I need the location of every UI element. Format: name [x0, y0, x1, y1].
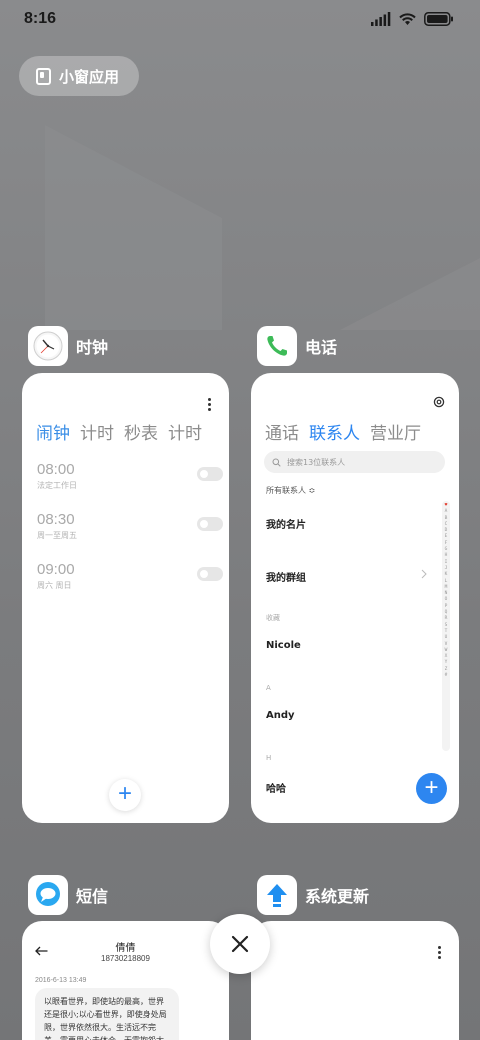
section-letter-a: A: [266, 684, 271, 692]
app-name-system-update: 系统更新: [305, 887, 370, 906]
clock-tabs: 闹钟 计时 秒表 计时: [36, 419, 202, 444]
close-icon: [231, 935, 249, 953]
conversation-contact-name: 倩倩: [115, 943, 136, 954]
messages-app-card[interactable]: 倩倩 18730218809 2016-6-13 13:49 以眼看世界，即使站…: [22, 921, 229, 1040]
alarm-toggle[interactable]: [197, 567, 223, 581]
contact-row[interactable]: Andy: [266, 710, 295, 721]
app-header-system-update[interactable]: 系统更新: [257, 875, 369, 915]
conversation-contact-number: 18730218809: [101, 954, 150, 963]
tab-stopwatch[interactable]: 秒表: [124, 419, 158, 444]
battery-icon: [424, 12, 453, 26]
app-name-clock: 时钟: [76, 338, 109, 357]
system-update-app-card[interactable]: [251, 921, 459, 1040]
phone-app-card[interactable]: 通话 联系人 营业厅 搜索13位联系人 所有联系人 ≎ 我的名片 我的群组 收藏…: [251, 373, 459, 823]
contact-row[interactable]: Nicole: [266, 640, 301, 651]
app-header-messages[interactable]: 短信: [28, 875, 108, 915]
app-name-messages: 短信: [76, 887, 109, 906]
message-icon: [28, 875, 68, 915]
contact-search-input[interactable]: 搜索13位联系人: [264, 451, 445, 473]
message-timestamp: 2016-6-13 13:49: [35, 977, 87, 984]
my-card-item[interactable]: 我的名片: [266, 516, 306, 531]
settings-icon[interactable]: [433, 396, 445, 408]
alarm-repeat: 法定工作日: [37, 481, 77, 490]
tab-timer[interactable]: 计时: [168, 419, 202, 444]
clock-icon: [28, 326, 68, 366]
alarm-time: 08:00: [37, 461, 75, 478]
app-name-phone: 电话: [305, 338, 338, 357]
floating-window-label: 小窗应用: [59, 67, 120, 86]
app-header-phone[interactable]: 电话: [257, 326, 337, 366]
alarm-toggle[interactable]: [197, 517, 223, 531]
search-icon: [272, 458, 281, 467]
index-letter[interactable]: #: [445, 673, 448, 679]
status-time: 8:16: [24, 10, 57, 27]
my-groups-item[interactable]: 我的群组: [266, 569, 306, 584]
contact-filter-dropdown[interactable]: 所有联系人 ≎: [266, 485, 315, 496]
status-bar: 8:16: [0, 0, 480, 40]
message-bubble[interactable]: 以眼看世界，即使站的最高，世界还是很小;以心看世界，即使身处局限，世界依然很大。…: [35, 988, 179, 1040]
contact-row[interactable]: 哈哈: [266, 780, 286, 795]
alarm-time: 08:30: [37, 511, 75, 528]
floating-window-button[interactable]: 小窗应用: [19, 56, 139, 96]
clear-all-button[interactable]: [210, 914, 270, 974]
tab-contacts[interactable]: 联系人: [309, 419, 360, 444]
tab-alarm[interactable]: 闹钟: [36, 419, 70, 444]
alarm-repeat: 周六 周日: [37, 581, 72, 590]
alphabet-index-bar[interactable]: ♥ A B C D E F G H I J K L M N O P Q R S T U V W X Y Z #: [442, 501, 450, 751]
alarm-toggle[interactable]: [197, 467, 223, 481]
app-header-clock[interactable]: 时钟: [28, 326, 108, 366]
wifi-icon: [399, 13, 416, 25]
more-icon[interactable]: [438, 946, 442, 959]
floating-window-icon: [36, 67, 51, 85]
alarm-time: 09:00: [37, 561, 75, 578]
phone-icon: [257, 326, 297, 366]
favorites-section-label: 收藏: [266, 614, 280, 622]
chevron-right-icon: [421, 569, 427, 579]
system-update-icon: [257, 875, 297, 915]
section-letter-h: H: [266, 754, 272, 762]
tab-world-clock[interactable]: 计时: [80, 419, 114, 444]
add-alarm-button[interactable]: +: [109, 779, 141, 811]
alarm-item[interactable]: 09:00 周六 周日: [37, 561, 223, 601]
alarm-item[interactable]: 08:30 周一至周五: [37, 511, 223, 551]
status-icons: [371, 12, 454, 26]
add-contact-button[interactable]: +: [416, 773, 447, 804]
tab-service-hall[interactable]: 营业厅: [370, 419, 421, 444]
signal-icon: [371, 12, 391, 26]
alarm-item[interactable]: 08:00 法定工作日: [37, 461, 223, 501]
more-icon[interactable]: [208, 398, 212, 411]
tab-calls[interactable]: 通话: [265, 419, 299, 444]
search-placeholder: 搜索13位联系人: [287, 457, 346, 467]
phone-tabs: 通话 联系人 营业厅: [265, 419, 421, 444]
clock-app-card[interactable]: 闹钟 计时 秒表 计时 08:00 法定工作日 08:30 周一至周五 09:0…: [22, 373, 229, 823]
alarm-repeat: 周一至周五: [37, 531, 77, 540]
